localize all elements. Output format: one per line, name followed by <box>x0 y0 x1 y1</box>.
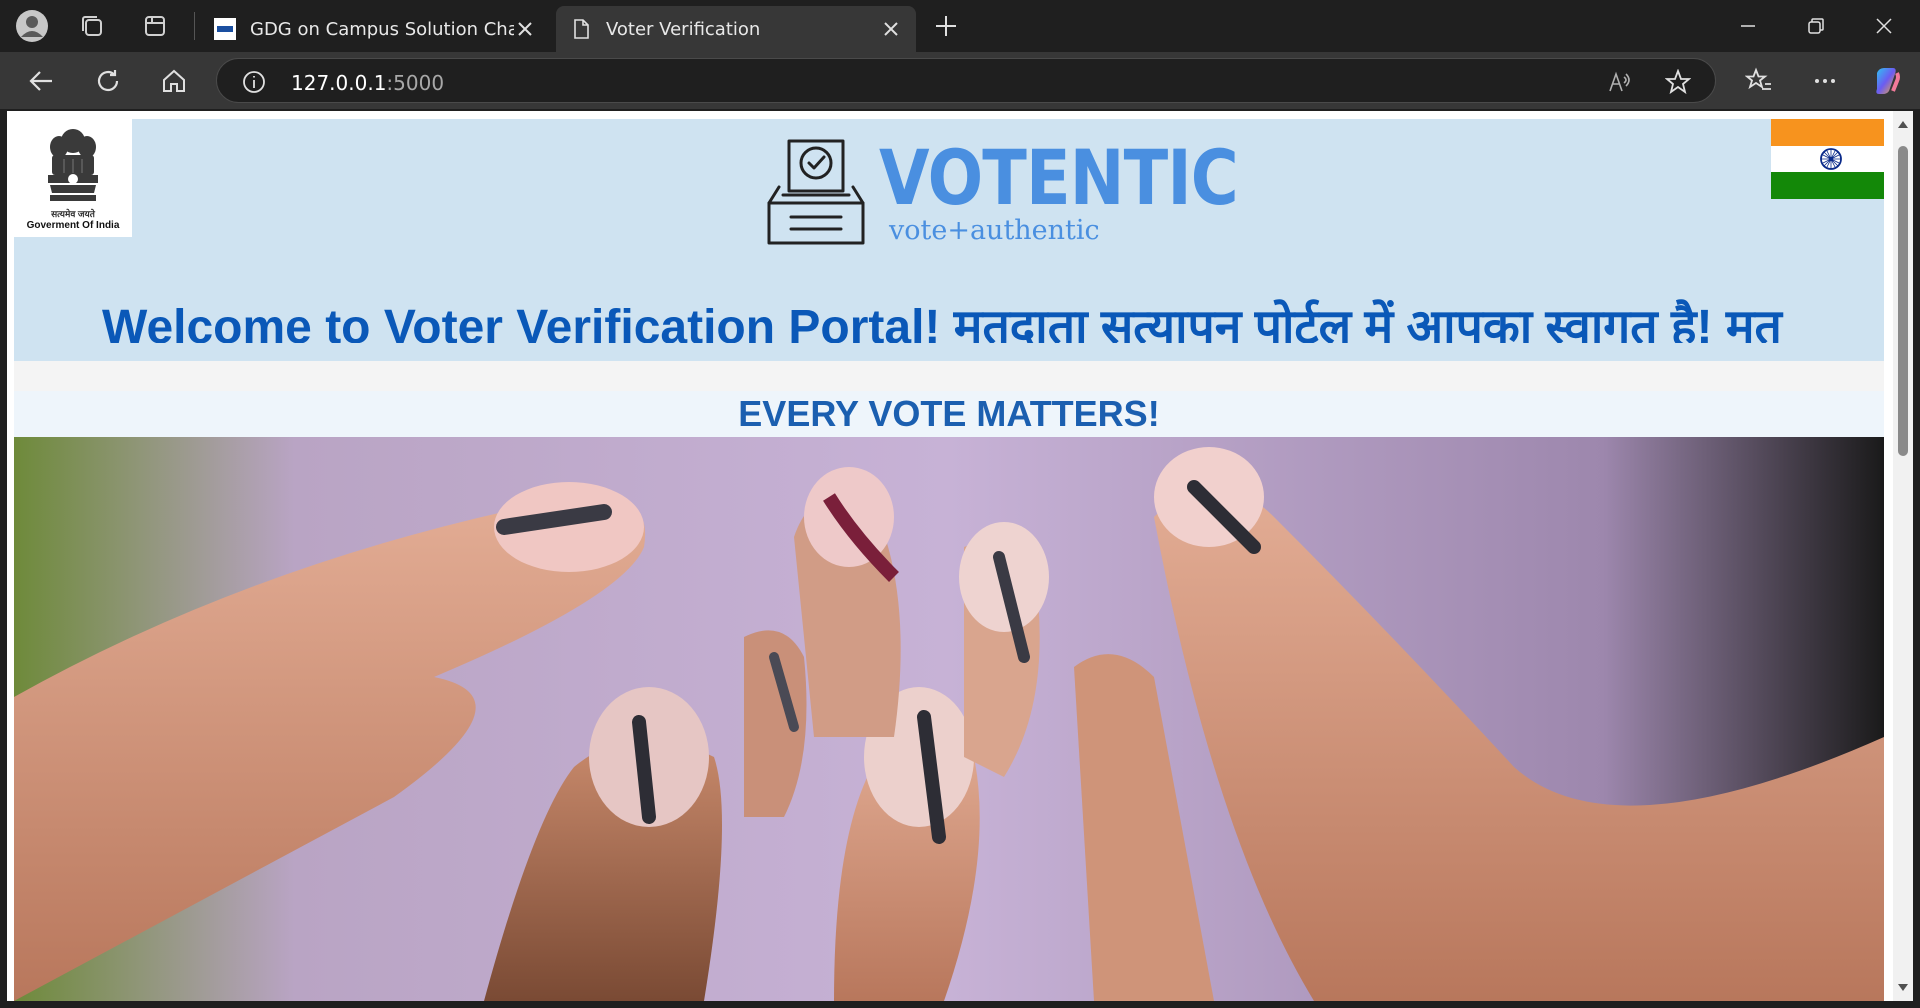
browser-toolbar: 127.0.0.1:5000 <box>0 52 1920 109</box>
refresh-icon[interactable] <box>89 62 127 100</box>
marquee-text: Welcome to Voter Verification Portal! मत… <box>102 301 1782 343</box>
more-icon[interactable] <box>1806 62 1844 100</box>
site-info-icon[interactable] <box>241 69 267 100</box>
scrollbar-thumb[interactable] <box>1898 146 1908 456</box>
home-icon[interactable] <box>155 62 193 100</box>
workspaces-icon[interactable] <box>74 8 110 44</box>
gdg-favicon-icon <box>214 18 236 40</box>
government-emblem: सत्यमेव जयते Goverment Of India <box>14 119 132 237</box>
page-icon <box>574 19 589 39</box>
motto-banner: EVERY VOTE MATTERS! <box>14 391 1884 437</box>
welcome-marquee: Welcome to Voter Verification Portal! मत… <box>14 293 1884 343</box>
url-host: 127.0.0.1 <box>291 71 387 95</box>
ballot-box-icon <box>767 139 865 245</box>
page-scrollbar[interactable] <box>1893 111 1913 1001</box>
window-close-icon[interactable] <box>1850 0 1918 52</box>
emblem-caption: Goverment Of India <box>26 220 120 231</box>
emblem-hindi-text: सत्यमेव जयते <box>51 209 95 219</box>
scroll-down-icon[interactable] <box>1897 983 1909 993</box>
url-port: :5000 <box>386 71 445 95</box>
votentic-logo: VOTENTIC vote+authentic <box>761 133 1239 249</box>
back-icon[interactable] <box>22 62 60 100</box>
tab-title: GDG on Campus Solution Challen <box>250 18 514 40</box>
tab-title: Voter Verification <box>606 18 761 40</box>
new-tab-icon[interactable] <box>928 8 964 44</box>
site-header: सत्यमेव जयते Goverment Of India VOTENTIC… <box>14 119 1884 361</box>
spacer-strip <box>14 361 1884 391</box>
tab-divider <box>194 12 195 40</box>
tab-voter-verification[interactable]: Voter Verification <box>556 6 916 52</box>
tab-gdg[interactable]: GDG on Campus Solution Challen <box>200 6 550 52</box>
scroll-up-icon[interactable] <box>1897 119 1909 129</box>
hero-image-inked-fingers <box>14 437 1884 1001</box>
profile-icon[interactable] <box>14 8 50 44</box>
logo-wordmark: VOTENTIC <box>879 133 1239 222</box>
favorite-star-icon[interactable] <box>1664 68 1692 100</box>
restore-icon[interactable] <box>1782 0 1850 52</box>
motto-text: EVERY VOTE MATTERS! <box>738 393 1160 434</box>
close-icon[interactable] <box>880 18 902 40</box>
tab-strip: GDG on Campus Solution Challen Voter Ver… <box>0 0 1920 52</box>
tab-actions-icon[interactable] <box>137 8 173 44</box>
read-aloud-icon[interactable] <box>1607 69 1633 100</box>
url-text[interactable]: 127.0.0.1:5000 <box>291 71 444 95</box>
india-flag-icon <box>1771 119 1884 199</box>
address-bar[interactable]: 127.0.0.1:5000 <box>216 58 1716 103</box>
minimize-icon[interactable] <box>1714 0 1782 52</box>
logo-tagline: vote+authentic <box>889 215 1100 246</box>
favorites-icon[interactable] <box>1740 62 1778 100</box>
ashoka-emblem-icon <box>48 129 98 201</box>
copilot-icon[interactable] <box>1868 62 1906 100</box>
close-icon[interactable] <box>514 18 536 40</box>
page-viewport: सत्यमेव जयते Goverment Of India VOTENTIC… <box>7 111 1893 1001</box>
